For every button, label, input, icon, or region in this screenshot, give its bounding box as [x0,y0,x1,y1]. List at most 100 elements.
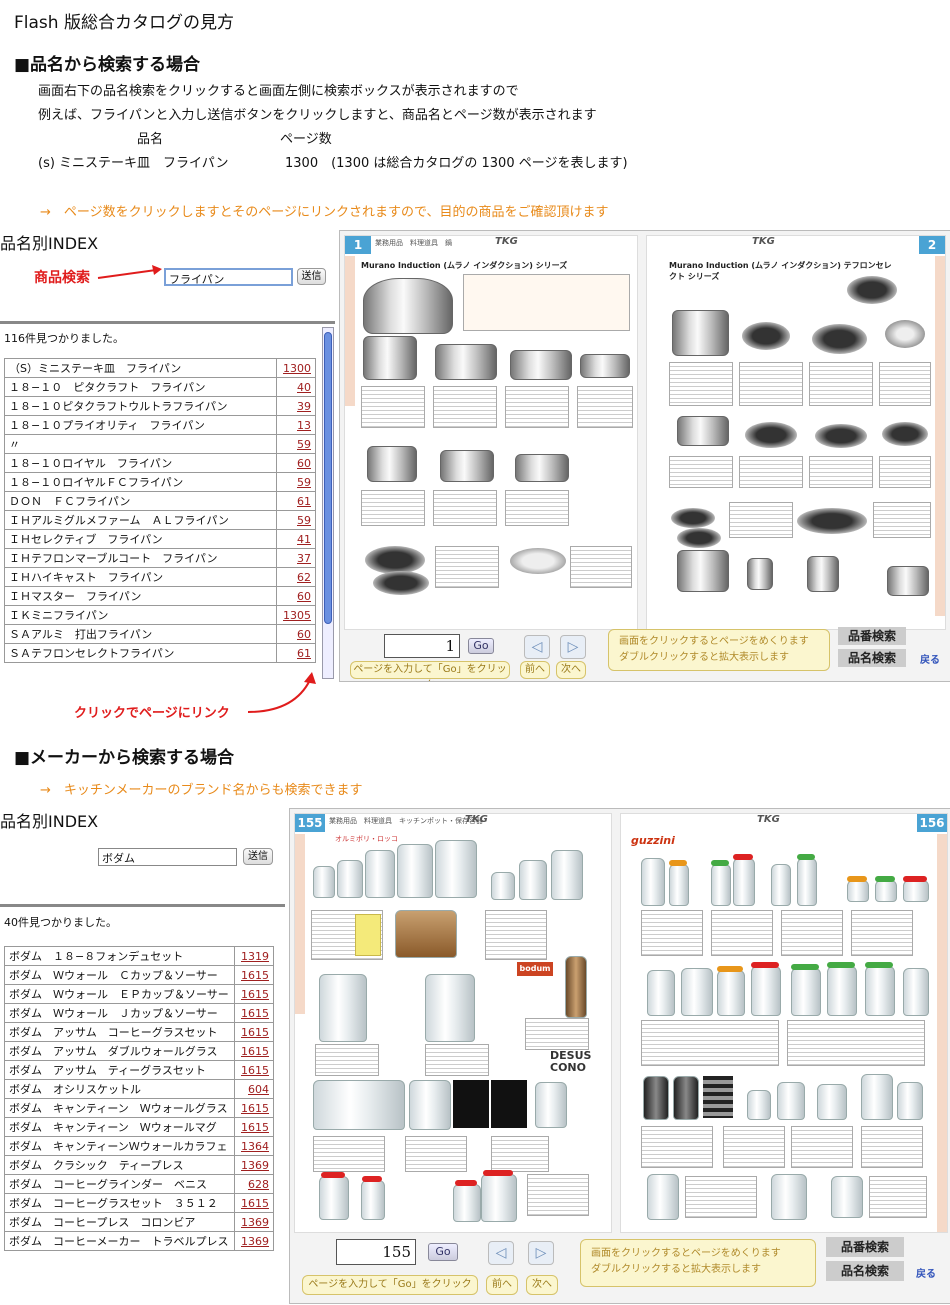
product-name: ボダム コーヒープレス コロンビア [4,1212,235,1232]
glass-jar-image [481,1174,517,1222]
page-link[interactable]: 628 [234,1174,274,1194]
page-link[interactable]: 1615 [234,1193,274,1213]
product-name: ボダム クラシック ティープレス [4,1155,235,1175]
page-link[interactable]: 61 [276,491,316,511]
page-link[interactable]: 59 [276,434,316,454]
search-input[interactable]: ボダム [98,848,237,866]
page-link[interactable]: 41 [276,529,316,549]
spec-table [435,546,499,588]
back-link[interactable]: 戻る [920,651,940,666]
page-link[interactable]: 40 [276,377,316,397]
prev-page-arrow-icon[interactable]: ◁ [524,635,550,659]
section1-line1: 画面右下の品名検索をクリックすると画面左側に検索ボックスが表示されますので [38,84,519,99]
name-search-button[interactable]: 品名検索 [826,1261,904,1281]
page-link[interactable]: 1615 [234,984,274,1004]
page-link[interactable]: 1615 [234,1041,274,1061]
spec-table [809,362,873,406]
page-number-input[interactable]: 155 [336,1239,416,1265]
page-link[interactable]: 62 [276,567,316,587]
next-button[interactable]: 次へ [526,1275,558,1295]
page-link[interactable]: 1369 [234,1212,274,1232]
page-link[interactable]: 1615 [234,1098,274,1118]
prev-button[interactable]: 前へ [520,661,550,679]
spec-table [313,1136,385,1172]
page-link[interactable]: 1300 [276,358,316,378]
frypan-image [671,508,715,528]
spec-table [873,502,931,538]
page-link[interactable]: 39 [276,396,316,416]
frypan-image [365,546,425,574]
page-link[interactable]: 13 [276,415,316,435]
scrollbar[interactable] [322,327,334,679]
prev-button[interactable]: 前へ [486,1275,518,1295]
spec-table [433,386,497,428]
code-search-button[interactable]: 品番検索 [838,627,906,645]
spec-table [527,1174,589,1216]
glass-jar-image [647,1174,679,1220]
result-table: ボダム １８−８フォンデュセット 1319 ボダム Ｗウォール Ｃカップ＆ソーサー 1… [4,946,274,1251]
spec-table [505,490,569,526]
pan-image [510,548,566,574]
glass-jar-image [491,872,515,900]
side-index [937,834,947,1232]
product-name: ＩＨマスター フライパン [4,586,277,606]
catalog-viewer-1[interactable]: 1 業務用品 料理道具 鍋 TKG Murano Induction (ムラノ … [339,230,950,682]
spec-table [669,362,733,406]
search-input[interactable]: フライパン [164,268,293,286]
send-button[interactable]: 送信 [297,268,326,285]
hint-line-2: ダブルクリックすると拡大表示します [619,652,789,663]
page-link[interactable]: 59 [276,472,316,492]
catalog-viewer-2[interactable]: 155 業務用品 料理道具 キッチンポット・保存容器 TKG オルミボリ・ロッコ… [289,808,950,1304]
catalog-page-left[interactable]: 1 業務用品 料理道具 鍋 TKG Murano Induction (ムラノ … [344,235,638,630]
page-link[interactable]: 1615 [234,965,274,985]
product-name: ボダム アッサム コーヒーグラスセット [4,1022,235,1042]
page-number-input[interactable]: 1 [384,634,460,658]
next-page-arrow-icon[interactable]: ▷ [560,635,586,659]
enter-page-hint: ページを入力して「Go」をクリック [350,661,510,681]
glass-jar-image [751,966,781,1016]
page-link[interactable]: 1369 [234,1231,274,1251]
spec-table [723,1126,785,1168]
feature-box [463,274,630,331]
name-search-button[interactable]: 品名検索 [838,649,906,667]
table-row: ボダム オシリスケットル 604 [4,1079,274,1099]
prev-page-arrow-icon[interactable]: ◁ [488,1241,514,1265]
pan-image [847,276,897,304]
page-link[interactable]: 1615 [234,1003,274,1023]
page-link[interactable]: 1305 [276,605,316,625]
page-link[interactable]: 1369 [234,1155,274,1175]
page-link[interactable]: 1615 [234,1022,274,1042]
page-link[interactable]: 1364 [234,1136,274,1156]
canister-image [643,1076,669,1120]
go-button[interactable]: Go [468,638,494,654]
page-link[interactable]: 61 [276,643,316,663]
page-link[interactable]: 37 [276,548,316,568]
page-link[interactable]: 60 [276,624,316,644]
page-link[interactable]: 604 [234,1079,274,1099]
scrollbar-thumb[interactable] [324,332,332,624]
page-link[interactable]: 60 [276,586,316,606]
code-search-button[interactable]: 品番検索 [826,1237,904,1257]
spec-table [315,1044,379,1076]
next-page-arrow-icon[interactable]: ▷ [528,1241,554,1265]
page-link[interactable]: 60 [276,453,316,473]
send-button[interactable]: 送信 [243,848,273,865]
catalog-page-right[interactable]: 2 TKG Murano Induction (ムラノ インダクション) テフロ… [646,235,946,630]
col-name-label: 品名 [137,132,164,147]
table-row: ボダム キャンティーン Ｗウォールグラス 1615 [4,1098,274,1118]
back-link[interactable]: 戻る [916,1265,936,1280]
product-name: ＳＡアルミ 打出フライパン [4,624,277,644]
hint-line-2: ダブルクリックすると拡大表示します [591,1264,761,1275]
spec-table [869,1176,927,1218]
next-button[interactable]: 次へ [556,661,586,679]
go-button[interactable]: Go [428,1243,458,1261]
page-link[interactable]: 59 [276,510,316,530]
page-link[interactable]: 1615 [234,1117,274,1137]
page-link[interactable]: 1319 [234,946,274,966]
catalog-page-right[interactable]: 156 TKG guzzini [620,813,948,1233]
storage-jar-image [565,956,587,1018]
glass-jar-image [313,866,335,898]
page-link[interactable]: 1615 [234,1060,274,1080]
glass-jar-image [435,840,477,898]
catalog-page-left[interactable]: 155 業務用品 料理道具 キッチンポット・保存容器 TKG オルミボリ・ロッコ… [294,813,612,1233]
